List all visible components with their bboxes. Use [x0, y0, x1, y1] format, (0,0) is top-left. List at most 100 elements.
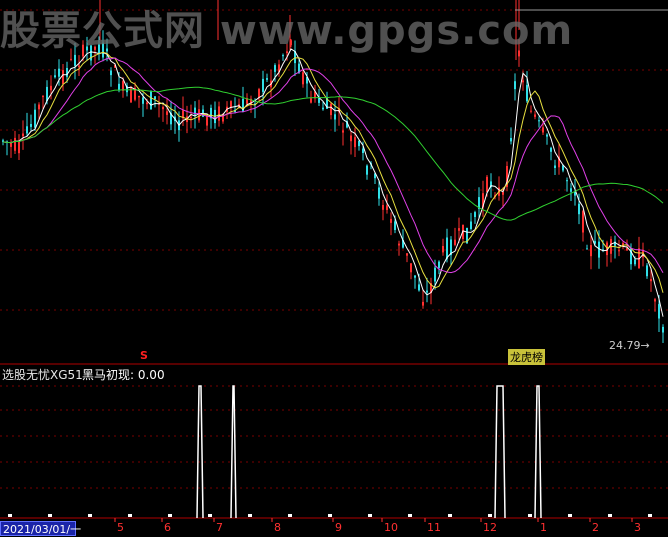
indicator-signal-pulse	[534, 385, 542, 519]
indicator-base-dot	[608, 514, 612, 517]
candle-body	[66, 68, 68, 77]
month-tick-label: 6	[164, 521, 171, 534]
candle-body	[502, 191, 504, 195]
month-tick-label: 8	[274, 521, 281, 534]
candle-body	[62, 70, 64, 84]
last-price-value: 24.79	[609, 339, 641, 352]
candle-body	[394, 221, 396, 230]
candle-body	[266, 78, 268, 80]
signal-marker-s: S	[140, 349, 148, 362]
month-tick-label: 10	[384, 521, 398, 534]
candle-body	[526, 84, 528, 102]
candle-body	[166, 111, 168, 115]
candle-body	[258, 89, 260, 98]
candle-body	[26, 126, 28, 134]
indicator-base-dot	[88, 514, 92, 517]
candle-body	[354, 137, 356, 148]
indicator-base-dot	[128, 514, 132, 517]
indicator-base-dot	[568, 514, 572, 517]
candle-body	[470, 221, 472, 229]
candle-body	[570, 188, 572, 192]
candle-body	[446, 237, 448, 259]
candle-body	[390, 218, 392, 223]
candle-body	[322, 107, 324, 110]
indicator-base-dot	[168, 514, 172, 517]
candle-body	[50, 85, 52, 91]
candle-body	[54, 75, 56, 78]
candle-body	[38, 104, 40, 110]
candle-body	[586, 248, 588, 250]
candle-body	[386, 205, 388, 210]
candle-body	[22, 133, 24, 137]
candle-body	[42, 96, 44, 98]
candle-body	[206, 115, 208, 126]
last-price-label: 24.79→	[609, 339, 650, 352]
candle-body	[522, 80, 524, 83]
candle-body	[34, 109, 36, 128]
cursor-date-box: 2021/03/01/一	[0, 521, 81, 536]
candle-body	[358, 141, 360, 147]
candle-body	[410, 263, 412, 273]
month-tick-label: 5	[117, 521, 124, 534]
candle-body	[218, 106, 220, 121]
candle-body	[310, 98, 312, 103]
candle-body	[366, 165, 368, 175]
watermark: 股票公式网 www.gpgs.com	[0, 8, 574, 54]
candle-body	[550, 147, 552, 152]
indicator-base-dot	[528, 514, 532, 517]
indicator-title[interactable]: 选股无忧XG51	[2, 366, 83, 383]
candle-body	[70, 58, 72, 60]
candle-body	[662, 326, 664, 333]
indicator-base-dot	[648, 514, 652, 517]
candle-body	[146, 102, 148, 105]
candle-body	[10, 143, 12, 147]
stock-chart-canvas[interactable]	[0, 0, 668, 537]
indicator-base-dot	[288, 514, 292, 517]
indicator-base-dot	[328, 514, 332, 517]
candle-body	[330, 103, 332, 116]
candle-body	[334, 114, 336, 120]
candle-body	[262, 78, 264, 92]
candle-body	[582, 211, 584, 233]
candle-body	[646, 265, 648, 277]
candle-body	[474, 212, 476, 217]
candle-body	[138, 95, 140, 98]
ma-line-short	[2, 48, 664, 317]
month-tick-label: 12	[483, 521, 497, 534]
ma-line-mid	[2, 51, 664, 293]
candle-body	[74, 54, 76, 66]
candle-body	[634, 259, 636, 265]
indicator-base-dot	[368, 514, 372, 517]
candle-body	[590, 245, 592, 257]
candle-body	[190, 116, 192, 119]
candle-body	[150, 91, 152, 110]
candle-body	[154, 96, 156, 99]
candle-body	[566, 180, 568, 182]
indicator-base-dot	[208, 514, 212, 517]
candle-body	[30, 124, 32, 127]
candle-body	[398, 243, 400, 246]
candle-body	[438, 261, 440, 268]
candle-body	[510, 138, 512, 142]
candle-body	[422, 301, 424, 306]
candle-body	[578, 203, 580, 215]
candle-body	[382, 205, 384, 210]
candle-body	[434, 267, 436, 282]
indicator-base-dot	[8, 514, 12, 517]
candle-body	[542, 127, 544, 133]
indicator-base-dot	[248, 514, 252, 517]
candle-body	[142, 97, 144, 104]
candle-body	[414, 275, 416, 278]
month-tick-label: 3	[634, 521, 641, 534]
candle-body	[418, 284, 420, 291]
candle-body	[342, 130, 344, 133]
candle-body	[554, 165, 556, 168]
candle-body	[654, 299, 656, 302]
ranking-badge[interactable]: 龙虎榜	[508, 349, 545, 365]
month-tick-label: 9	[335, 521, 342, 534]
candle-body	[378, 187, 380, 199]
indicator-series-label: 黑马初现: 0.00	[82, 368, 165, 382]
month-tick-label: 11	[427, 521, 441, 534]
candle-body	[18, 141, 20, 154]
indicator-signal-pulse	[196, 385, 204, 519]
